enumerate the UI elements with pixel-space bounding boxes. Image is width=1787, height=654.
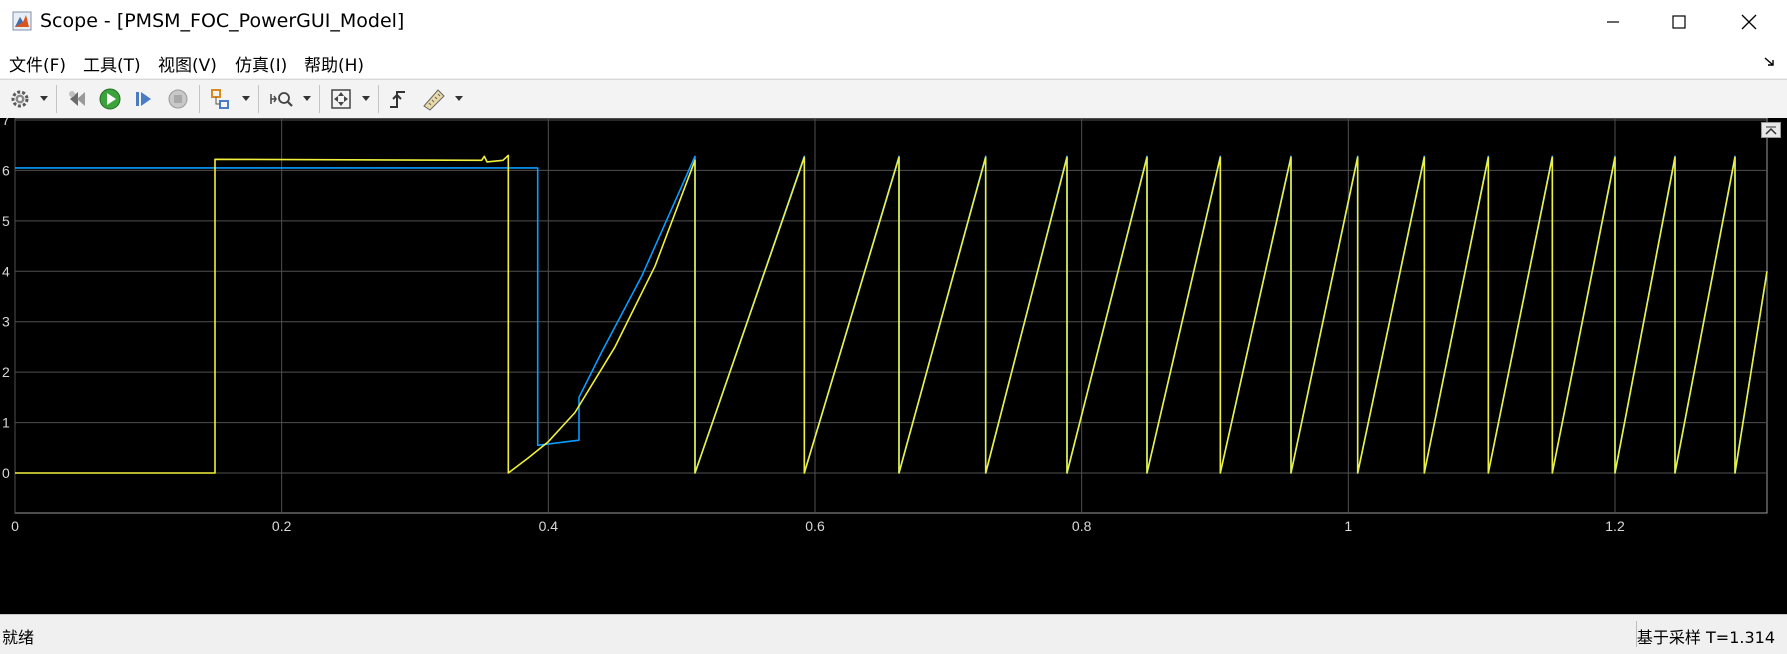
- chevron-down-icon: [455, 96, 463, 101]
- undock-arrow-icon[interactable]: [1763, 54, 1777, 73]
- highlight-block-icon: [211, 89, 229, 109]
- status-text: 就绪: [2, 628, 35, 647]
- autoscale-button[interactable]: [328, 86, 354, 112]
- highlight-block-button[interactable]: [207, 86, 233, 112]
- close-icon: [1741, 14, 1757, 30]
- x-tick-label: 1.2: [1605, 518, 1625, 534]
- step-forward-button[interactable]: [131, 86, 157, 112]
- zoom-dropdown[interactable]: [301, 89, 313, 109]
- plot-frame: [14, 118, 1768, 514]
- menu-file[interactable]: 文件(F): [9, 51, 66, 76]
- menu-bar: 文件(F) 工具(T) 视图(V) 仿真(I) 帮助(H): [0, 44, 1787, 78]
- step-back-button[interactable]: [64, 86, 90, 112]
- measurements-dropdown[interactable]: [453, 89, 465, 109]
- matlab-icon: [12, 11, 32, 31]
- y-tick-label: 4: [2, 263, 10, 279]
- toolbar-separator: [378, 85, 379, 113]
- stop-icon: [168, 89, 188, 109]
- y-tick-label: 5: [2, 213, 10, 229]
- expand-legend-button[interactable]: [1761, 122, 1781, 138]
- x-tick-label: 0.2: [272, 518, 292, 534]
- chevron-down-icon: [303, 96, 311, 101]
- x-tick-label: 0.4: [539, 518, 559, 534]
- step-forward-icon: [136, 92, 151, 106]
- trigger-icon: [390, 91, 405, 108]
- title-bar: Scope - [PMSM_FOC_PowerGUI_Model]: [0, 0, 1787, 44]
- minimize-icon: [1607, 21, 1619, 23]
- status-bar: 就绪 基于采样 T=1.314: [0, 614, 1787, 654]
- close-button[interactable]: [1716, 0, 1782, 44]
- measurements-button[interactable]: [420, 86, 448, 112]
- menu-help[interactable]: 帮助(H): [304, 51, 364, 76]
- zoom-icon: [270, 92, 293, 107]
- x-tick-label: 0.6: [805, 518, 825, 534]
- sample-time-text: 基于采样 T=1.314: [1636, 628, 1775, 647]
- maximize-button[interactable]: [1646, 0, 1712, 44]
- y-tick-label: 1: [2, 415, 10, 431]
- scope-chart: 0 0.2 0.4 0.6 0.8 1 1.2 0 1 2 3 4 5 6 7: [2, 118, 1768, 534]
- toolbar-separator: [56, 85, 57, 113]
- series-line-2: [15, 154, 1768, 474]
- toolbar: [0, 79, 1787, 119]
- run-button[interactable]: [97, 86, 123, 112]
- toolbar-separator: [319, 85, 320, 113]
- menu-simulation[interactable]: 仿真(I): [235, 51, 287, 76]
- y-tick-label: 6: [2, 162, 10, 178]
- series-line-1: [15, 155, 1768, 474]
- x-tick-label: 0.8: [1072, 518, 1092, 534]
- triggers-button[interactable]: [385, 86, 411, 112]
- autoscale-dropdown[interactable]: [360, 89, 372, 109]
- gear-icon: [11, 90, 29, 108]
- toolbar-separator: [199, 85, 200, 113]
- run-icon: [99, 88, 121, 110]
- scope-plot[interactable]: 0 0.2 0.4 0.6 0.8 1 1.2 0 1 2 3 4 5 6 7: [0, 118, 1787, 614]
- chevron-down-icon: [362, 96, 370, 101]
- x-tick-label: 0: [11, 518, 19, 534]
- toolbar-separator: [258, 85, 259, 113]
- step-back-icon: [69, 91, 85, 106]
- expand-icon: [1765, 126, 1777, 135]
- y-tick-label: 3: [2, 314, 10, 330]
- zoom-button[interactable]: [268, 86, 296, 112]
- highlight-dropdown[interactable]: [240, 89, 252, 109]
- y-tick-label: 2: [2, 364, 10, 380]
- menu-view[interactable]: 视图(V): [158, 51, 217, 76]
- chevron-down-icon: [242, 96, 250, 101]
- maximize-icon: [1672, 15, 1686, 29]
- y-tick-label: 7: [2, 118, 10, 128]
- y-tick-label: 0: [2, 465, 10, 481]
- menu-tools[interactable]: 工具(T): [83, 51, 141, 76]
- ruler-icon: [423, 89, 445, 111]
- settings-dropdown[interactable]: [38, 89, 50, 109]
- chevron-down-icon: [40, 96, 48, 101]
- stop-button[interactable]: [165, 86, 191, 112]
- window-title: Scope - [PMSM_FOC_PowerGUI_Model]: [40, 10, 405, 32]
- settings-button[interactable]: [7, 86, 33, 112]
- x-tick-label: 1: [1344, 518, 1352, 534]
- minimize-button[interactable]: [1580, 0, 1646, 44]
- autoscale-icon: [331, 89, 351, 109]
